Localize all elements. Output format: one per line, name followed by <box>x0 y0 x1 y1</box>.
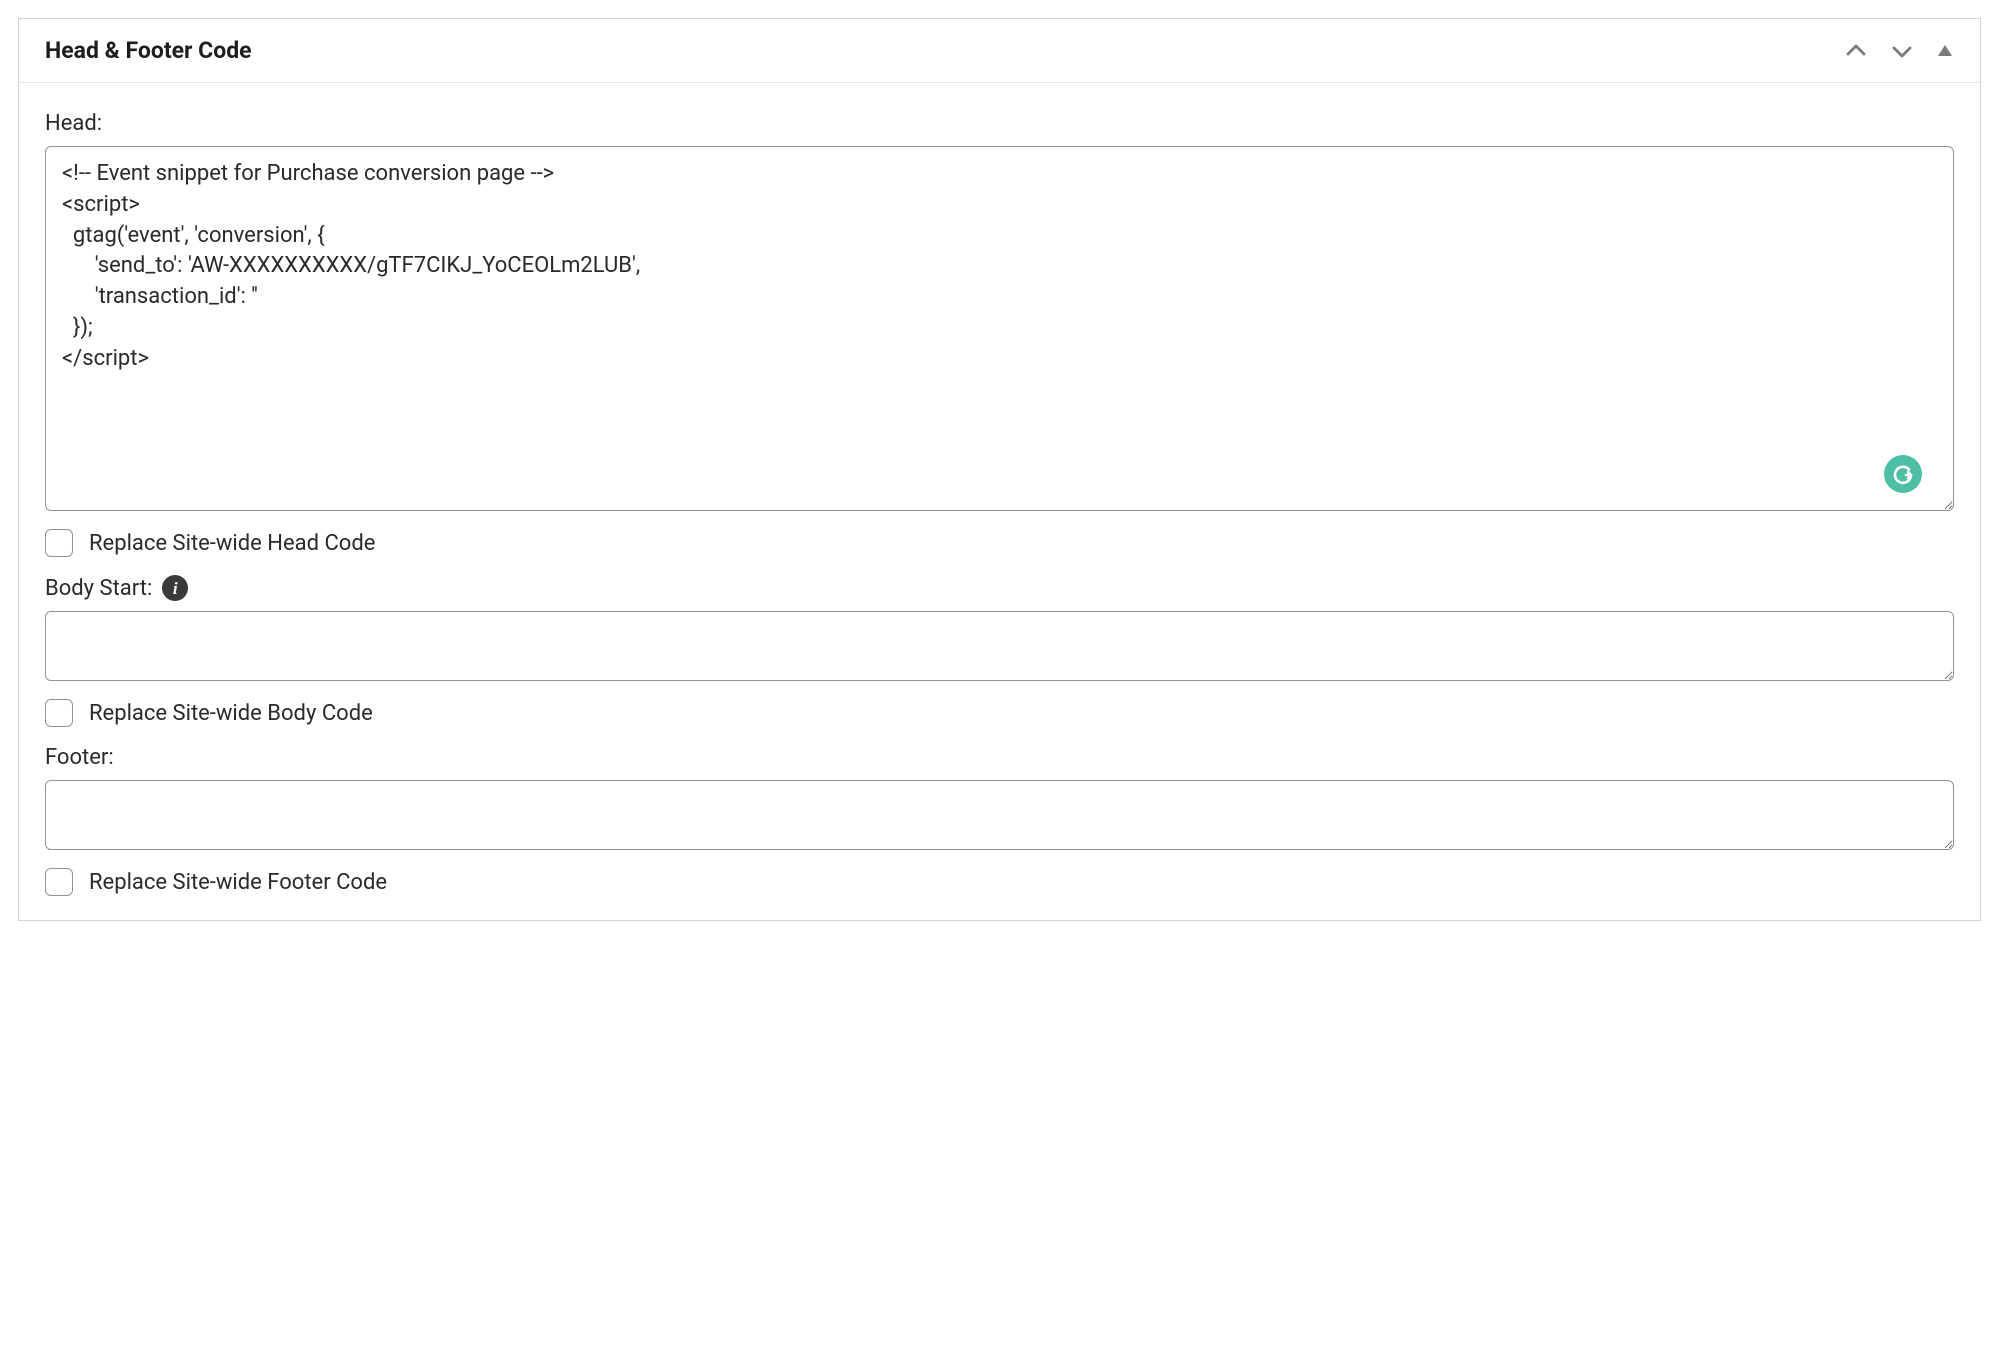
replace-head-checkbox-label: Replace Site-wide Head Code <box>89 531 375 556</box>
replace-footer-checkbox[interactable] <box>45 868 73 896</box>
panel-header-controls <box>1844 39 1954 63</box>
body-start-label: Body Start: i <box>45 557 1954 611</box>
grammarly-icon[interactable] <box>1884 455 1922 493</box>
footer-textarea-wrap <box>45 780 1954 850</box>
replace-body-checkbox-label: Replace Site-wide Body Code <box>89 701 373 726</box>
info-icon[interactable]: i <box>162 575 188 601</box>
body-start-label-text: Body Start: <box>45 576 152 601</box>
replace-body-checkbox[interactable] <box>45 699 73 727</box>
chevron-up-icon[interactable] <box>1844 39 1868 63</box>
replace-footer-checkbox-row[interactable]: Replace Site-wide Footer Code <box>45 850 1954 896</box>
head-label: Head: <box>45 93 1954 146</box>
replace-body-checkbox-row[interactable]: Replace Site-wide Body Code <box>45 681 1954 727</box>
head-footer-code-panel: Head & Footer Code Head: <box>18 18 1981 921</box>
replace-head-checkbox-row[interactable]: Replace Site-wide Head Code <box>45 511 1954 557</box>
triangle-up-icon[interactable] <box>1936 42 1954 60</box>
head-textarea[interactable] <box>45 146 1954 511</box>
panel-body: Head: Replace Site-wide Head Code Body S… <box>19 83 1980 920</box>
body-textarea-wrap <box>45 611 1954 681</box>
panel-header: Head & Footer Code <box>19 19 1980 83</box>
footer-label: Footer: <box>45 727 1954 780</box>
body-start-textarea[interactable] <box>45 611 1954 681</box>
head-textarea-wrap <box>45 146 1954 511</box>
replace-head-checkbox[interactable] <box>45 529 73 557</box>
panel-title: Head & Footer Code <box>45 37 252 64</box>
footer-textarea[interactable] <box>45 780 1954 850</box>
chevron-down-icon[interactable] <box>1890 39 1914 63</box>
replace-footer-checkbox-label: Replace Site-wide Footer Code <box>89 870 387 895</box>
